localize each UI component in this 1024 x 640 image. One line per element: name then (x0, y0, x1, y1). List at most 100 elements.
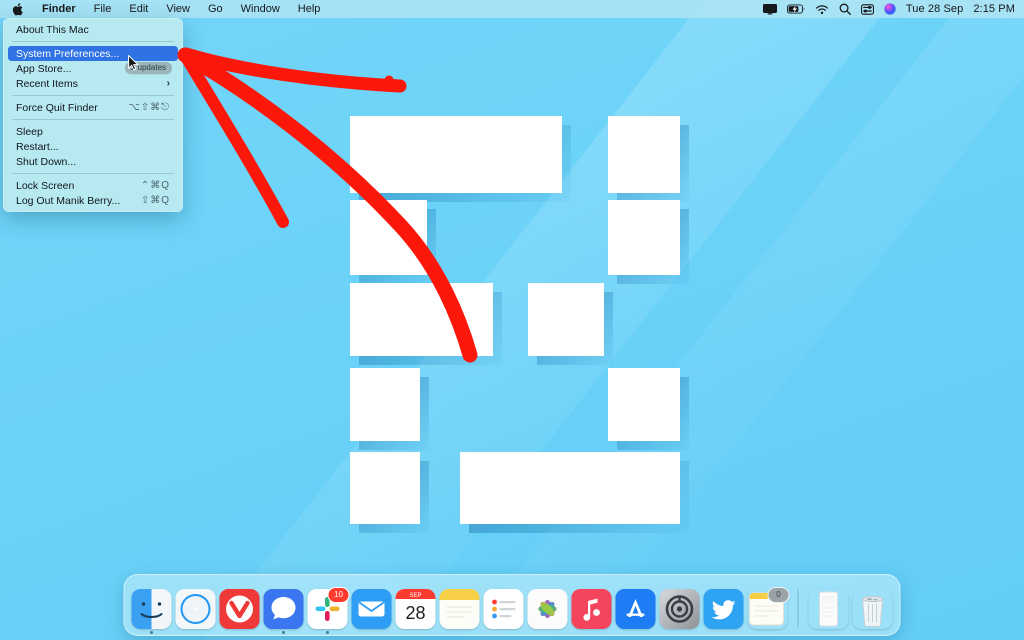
menu-bar-item-view[interactable]: View (157, 0, 199, 18)
apple-menu-item-shortcut: ⌃⌘Q (140, 180, 170, 191)
dock-item-app-store[interactable] (615, 589, 656, 629)
document-file-icon (809, 589, 849, 629)
menu-bar-item-edit[interactable]: Edit (120, 0, 157, 18)
apple-menu-item-label: Recent Items (16, 77, 78, 90)
battery-charging-icon[interactable] (786, 4, 805, 14)
siri-icon[interactable] (884, 3, 896, 15)
menu-bar: Finder File Edit View Go Window Help Tue… (0, 0, 1024, 18)
mail-icon (351, 589, 392, 629)
menu-bar-item-finder[interactable]: Finder (33, 0, 85, 18)
chevron-right-icon: › (166, 78, 170, 89)
finder-icon (131, 589, 172, 629)
apple-menu-item-label: Lock Screen (16, 179, 75, 192)
dock-item-calendar[interactable]: SEP 28 (395, 589, 436, 629)
dock-item-finder[interactable] (131, 589, 172, 634)
svg-text:28: 28 (405, 603, 425, 623)
wifi-icon[interactable] (815, 4, 829, 15)
control-center-icon[interactable] (860, 3, 874, 15)
dock-item-photos[interactable] (527, 589, 568, 629)
wallpaper-tile (350, 116, 562, 193)
dock-item-vivaldi[interactable] (219, 589, 260, 629)
dock-item-reminders[interactable] (483, 589, 524, 629)
wallpaper-tile (608, 116, 680, 193)
wallpaper-tile (460, 452, 680, 524)
dock-item-document-file[interactable] (809, 589, 849, 629)
screen-mirroring-icon[interactable] (762, 3, 777, 15)
wallpaper-tile (350, 368, 420, 441)
dock-running-indicator (282, 631, 285, 634)
dock-item-trash[interactable] (853, 589, 893, 629)
dock-right-list (809, 589, 893, 629)
apple-menu-item-recent-items[interactable]: Recent Items › (8, 76, 178, 91)
apple-menu-item-about-this-mac[interactable]: About This Mac (8, 22, 178, 37)
apple-menu-item-shut-down[interactable]: Shut Down... (8, 154, 178, 169)
wallpaper-tile (608, 200, 680, 275)
apple-menu-item-label: Restart... (16, 140, 59, 153)
menu-bar-time[interactable]: 2:15 PM (973, 3, 1015, 15)
dock-item-music[interactable] (571, 589, 612, 629)
apple-menu-item-label: App Store... (16, 62, 72, 75)
apple-menu-item-restart[interactable]: Restart... (8, 139, 178, 154)
apple-menu-item-system-preferences[interactable]: System Preferences... (8, 46, 178, 61)
apple-menu-item-log-out-manik-berry[interactable]: Log Out Manik Berry... ⇧⌘Q (8, 193, 178, 208)
wallpaper-tile (528, 283, 604, 356)
apple-menu-item-sleep[interactable]: Sleep (8, 124, 178, 139)
dock-item-signal[interactable] (263, 589, 304, 634)
search-icon[interactable] (839, 3, 851, 15)
apple-menu-dropdown[interactable]: About This Mac System Preferences... App S… (3, 18, 183, 212)
wallpaper-tile (350, 452, 420, 524)
menu-bar-date[interactable]: Tue 28 Sep (906, 3, 963, 15)
dock-item-system-preferences[interactable] (659, 589, 700, 629)
notes-icon (439, 589, 480, 629)
apple-menu-item-shortcut: ⌥⇧⌘⎋ (128, 102, 170, 113)
dock-item-stickies[interactable]: 0 (748, 587, 790, 629)
apple-menu-item-label: Force Quit Finder (16, 101, 98, 114)
mouse-cursor (128, 54, 140, 71)
menu-bar-item-go[interactable]: Go (199, 0, 232, 18)
apple-menu-separator (12, 41, 174, 42)
dock-badge-stickies: 0 (767, 587, 790, 603)
dock-item-notes[interactable] (439, 589, 480, 629)
trash-icon (853, 589, 893, 629)
signal-icon (263, 589, 304, 629)
dock-item-mail[interactable] (351, 589, 392, 629)
apple-menu-separator (12, 119, 174, 120)
reminders-icon (483, 589, 524, 629)
system-preferences-icon (659, 589, 700, 629)
apple-menu-item-label: Sleep (16, 125, 43, 138)
apple-logo-icon[interactable] (0, 2, 33, 16)
dock-item-safari[interactable] (175, 589, 216, 629)
safari-icon (175, 589, 216, 629)
apple-menu-item-label: Log Out Manik Berry... (16, 194, 121, 207)
apple-menu-separator (12, 173, 174, 174)
apple-menu-item-app-store[interactable]: App Store... 2 updates (8, 61, 178, 76)
dock[interactable]: 10 SEP 28 0 (123, 574, 901, 636)
apple-menu-list: About This Mac System Preferences... App S… (3, 22, 183, 208)
apple-menu-item-label: System Preferences... (16, 47, 120, 60)
svg-text:SEP: SEP (409, 593, 421, 599)
dock-item-twitter[interactable] (703, 589, 744, 629)
menu-bar-item-help[interactable]: Help (289, 0, 330, 18)
app-store-icon (615, 589, 656, 629)
apple-menu-item-shortcut: ⇧⌘Q (140, 195, 170, 206)
menu-bar-items: Finder File Edit View Go Window Help (33, 0, 329, 18)
desktop-screen: Finder File Edit View Go Window Help Tue… (0, 0, 1024, 640)
menu-bar-item-window[interactable]: Window (232, 0, 289, 18)
calendar-icon: SEP 28 (395, 589, 436, 629)
menu-bar-item-file[interactable]: File (85, 0, 121, 18)
menu-bar-status-area: Tue 28 Sep 2:15 PM (762, 3, 1024, 15)
wallpaper-tile (350, 200, 427, 275)
menu-bar-left: Finder File Edit View Go Window Help (0, 0, 329, 18)
wallpaper-tile (608, 368, 680, 441)
apple-menu-item-lock-screen[interactable]: Lock Screen ⌃⌘Q (8, 178, 178, 193)
dock-app-list: 10 SEP 28 0 (131, 587, 790, 634)
twitter-icon (703, 589, 744, 629)
dock-badge-slack: 10 (327, 587, 350, 603)
music-icon (571, 589, 612, 629)
vivaldi-icon (219, 589, 260, 629)
apple-menu-item-label: Shut Down... (16, 155, 77, 168)
apple-menu-separator (12, 95, 174, 96)
apple-menu-item-force-quit-finder[interactable]: Force Quit Finder ⌥⇧⌘⎋ (8, 100, 178, 115)
dock-item-slack[interactable]: 10 (307, 587, 350, 634)
dock-running-indicator (326, 631, 329, 634)
